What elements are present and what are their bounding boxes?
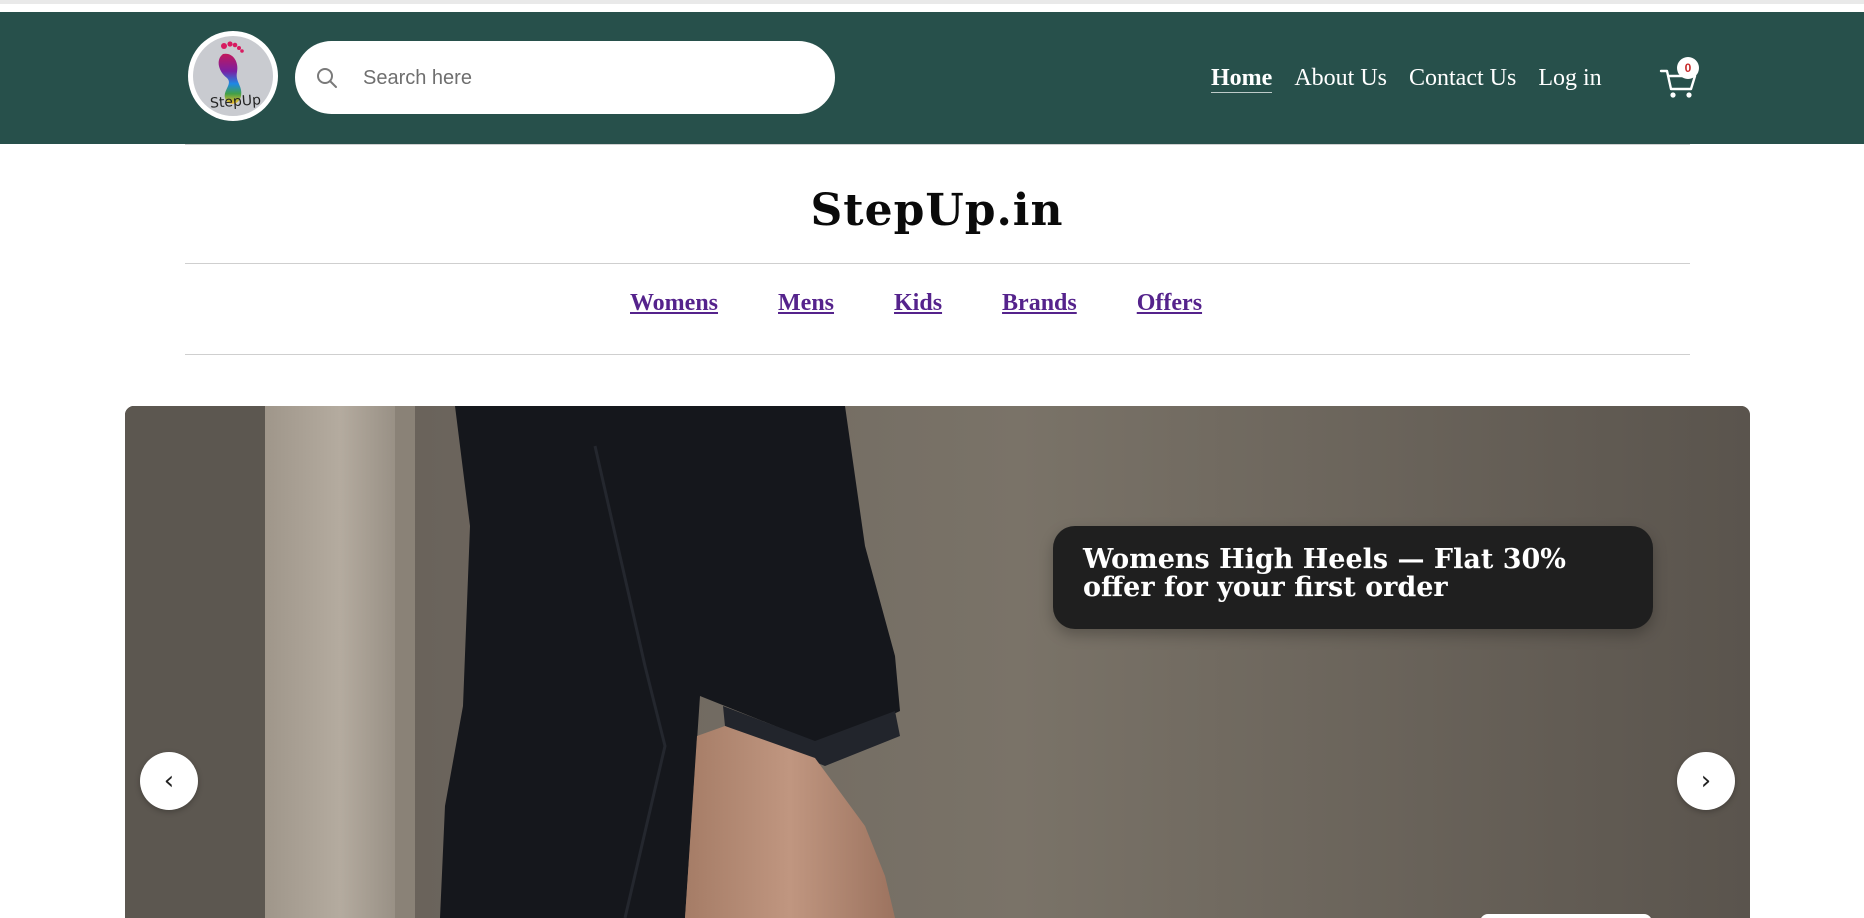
carousel-prev-button[interactable]: ‹ [140, 752, 198, 810]
cart-count-badge: 0 [1677, 57, 1699, 79]
search-icon [317, 68, 337, 88]
divider-top [185, 144, 1690, 145]
search-bar[interactable] [295, 41, 835, 114]
site-header: StepUp Home About Us Contact Us Log in 0 [0, 12, 1864, 144]
category-link-kids[interactable]: Kids [894, 290, 942, 317]
browser-top-strip [0, 0, 1864, 12]
divider-above-categories [185, 263, 1690, 264]
nav-login-link[interactable]: Log in [1538, 65, 1601, 92]
chevron-left-icon: ‹ [163, 766, 175, 796]
category-link-offers[interactable]: Offers [1137, 290, 1202, 317]
main-nav: Home About Us Contact Us Log in [1211, 61, 1624, 95]
category-link-mens[interactable]: Mens [778, 290, 834, 317]
promo-text: Womens High Heels — Flat 30% offer for y… [1083, 544, 1566, 603]
hero-carousel[interactable]: ‹ › [125, 406, 1750, 918]
divider-below-categories [185, 354, 1690, 355]
hero-image [125, 406, 1750, 918]
hero-cta-partial[interactable] [1480, 914, 1652, 918]
category-link-womens[interactable]: Womens [630, 290, 718, 317]
carousel-next-button[interactable]: › [1677, 752, 1735, 810]
nav-contact-link[interactable]: Contact Us [1409, 65, 1516, 92]
site-title: StepUp.in [810, 185, 1064, 236]
category-nav: Womens Mens Kids Brands Offers [630, 290, 1262, 317]
chevron-right-icon: › [1700, 766, 1712, 796]
search-input[interactable] [363, 59, 803, 97]
category-link-brands[interactable]: Brands [1002, 290, 1077, 317]
nav-home-link[interactable]: Home [1211, 64, 1273, 93]
promo-banner[interactable]: Womens High Heels — Flat 30% offer for y… [1053, 526, 1653, 629]
nav-about-link[interactable]: About Us [1294, 65, 1387, 92]
